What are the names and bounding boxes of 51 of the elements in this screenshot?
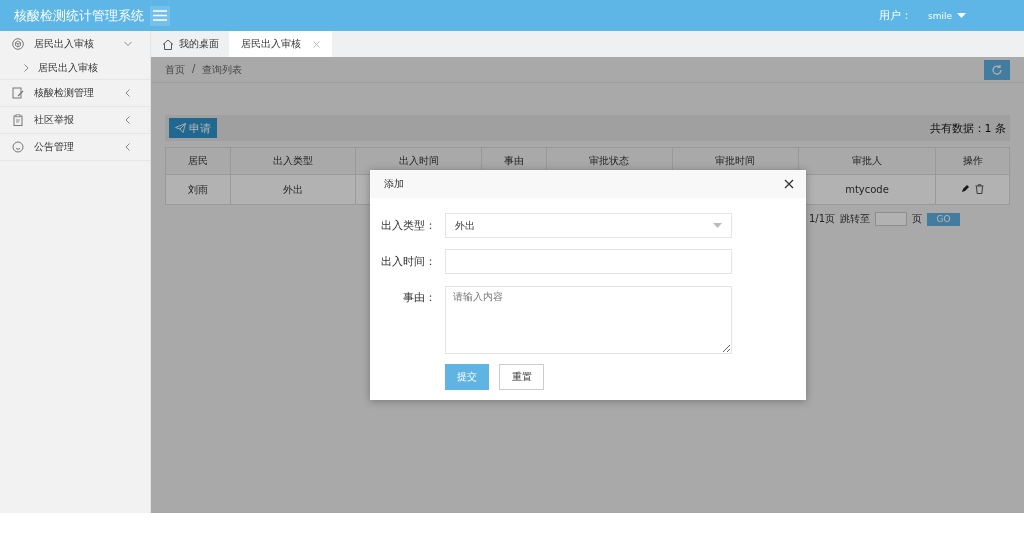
sidebar-item[interactable]: 核酸检测管理 <box>0 80 150 106</box>
menu-icon <box>153 10 167 21</box>
page-unit: 页 <box>912 212 922 226</box>
table-cell: 刘雨 <box>165 174 230 205</box>
page-input[interactable] <box>875 212 907 226</box>
chevron-icon <box>124 143 132 151</box>
home-icon <box>162 38 174 50</box>
close-icon[interactable] <box>784 179 794 189</box>
cube-icon <box>12 38 24 50</box>
refresh-button[interactable] <box>984 59 1010 80</box>
sidebar-item[interactable]: 居民出入审核 <box>0 31 150 57</box>
total-count: 共有数据：1 条 <box>929 120 1006 136</box>
input-field[interactable] <box>445 249 732 274</box>
jump-label: 跳转至 <box>840 212 870 226</box>
app-title: 核酸检测统计管理系统 <box>14 6 145 25</box>
column-header: 审批人 <box>798 147 936 175</box>
caret-icon <box>713 223 722 228</box>
user-label: 用户： <box>879 8 912 23</box>
field-label: 事由： <box>402 290 436 306</box>
breadcrumb-link[interactable]: 首页 <box>165 62 185 77</box>
column-header: 居民 <box>165 147 230 175</box>
pencil-icon[interactable] <box>961 184 971 194</box>
chevron-icon <box>24 64 29 72</box>
table-cell: 外出 <box>230 174 356 205</box>
send-icon <box>175 123 186 133</box>
caret-icon <box>957 12 966 19</box>
field-label: 出入时间： <box>380 254 436 270</box>
chevron-icon <box>124 40 132 48</box>
column-header: 出入类型 <box>230 147 356 175</box>
sidebar-item[interactable]: 社区举报 <box>0 107 150 133</box>
refresh-icon <box>991 63 1003 76</box>
reset-button[interactable]: 重置 <box>499 364 544 390</box>
tab[interactable]: 我的桌面 <box>159 31 229 57</box>
sidebar-item[interactable]: 公告管理 <box>0 134 150 160</box>
chevron-icon <box>124 116 132 124</box>
breadcrumb-link[interactable]: 查询列表 <box>202 62 243 77</box>
edit-icon <box>12 87 24 99</box>
reason-textarea[interactable]: 请输入内容 <box>445 286 732 354</box>
chevron-icon <box>124 89 132 97</box>
breadcrumb-separator: / <box>192 62 196 76</box>
column-header: 操作 <box>935 147 1010 175</box>
type-select[interactable]: 外出 <box>445 213 732 238</box>
trash-icon[interactable] <box>975 183 985 194</box>
circle-icon <box>12 141 24 153</box>
tab[interactable]: 居民出入审核 <box>229 31 332 57</box>
dialog-title: 添加 <box>384 177 404 191</box>
clipboard-icon <box>12 114 24 126</box>
field-label: 出入类型： <box>380 218 436 234</box>
sidebar-subitem[interactable]: 居民出入审核 <box>0 57 150 79</box>
page-count: 1/1页 <box>808 212 835 226</box>
menu-button[interactable] <box>150 5 170 26</box>
